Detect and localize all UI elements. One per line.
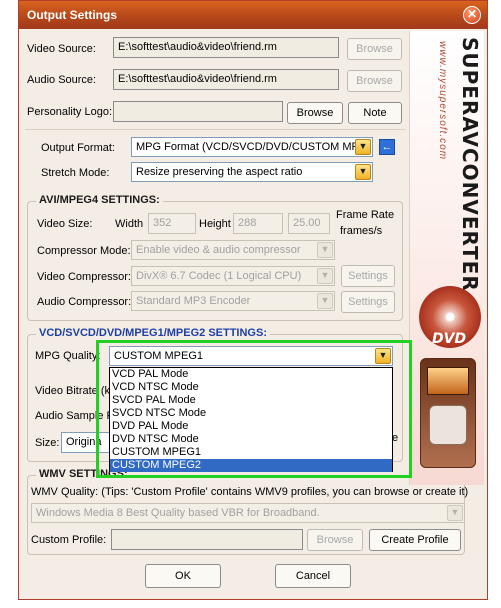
size-label: Size: [35, 437, 60, 449]
mpg-quality-select[interactable]: CUSTOM MPEG1 ▼ [109, 346, 393, 366]
custom-profile-label: Custom Profile: [31, 534, 107, 546]
frame-rate-field[interactable]: 25.00 [288, 213, 330, 234]
wmv-quality-select[interactable]: Windows Media 8 Best Quality based VBR f… [31, 503, 465, 523]
title-bar: Output Settings ✕ [19, 1, 487, 29]
frame-rate-label: Frame Rate [336, 209, 395, 221]
dropdown-option[interactable]: DVD PAL Mode [110, 420, 392, 433]
chevron-down-icon: ▼ [317, 242, 333, 258]
audio-compressor-value: Standard MP3 Encoder [136, 295, 251, 307]
stretch-mode-value: Resize preserving the aspect ratio [136, 166, 303, 178]
video-compressor-settings-button[interactable]: Settings [341, 265, 395, 287]
chevron-down-icon[interactable]: ▼ [375, 348, 391, 364]
mpg-quality-label: MPG Quality: [35, 350, 101, 362]
dropdown-option[interactable]: VCD PAL Mode [110, 368, 392, 381]
custom-profile-browse-button[interactable]: Browse [307, 529, 363, 551]
video-compressor-value: DivX® 6.7 Codec (1 Logical CPU) [136, 270, 302, 282]
custom-profile-field[interactable] [111, 529, 303, 550]
personality-logo-label: Personality Logo: [27, 106, 112, 118]
audio-source-label: Audio Source: [27, 74, 97, 86]
player-screen [427, 367, 469, 395]
video-source-label: Video Source: [27, 43, 96, 55]
audio-source-field[interactable]: E:\softtest\audio&video\friend.rm [113, 69, 339, 90]
mpg-quality-dropdown: VCD PAL Mode VCD NTSC Mode SVCD PAL Mode… [109, 367, 393, 472]
chevron-down-icon: ▼ [317, 293, 333, 309]
video-compressor-select[interactable]: DivX® 6.7 Codec (1 Logical CPU) ▼ [131, 266, 335, 286]
dropdown-option[interactable]: VCD NTSC Mode [110, 381, 392, 394]
note-button[interactable]: Note [348, 102, 402, 124]
avi-group-title: AVI/MPEG4 SETTINGS: [36, 194, 163, 206]
output-format-select[interactable]: MPG Format (VCD/SVCD/DVD/CUSTOM MPG) ▼ [131, 137, 373, 157]
audio-compressor-select[interactable]: Standard MP3 Encoder ▼ [131, 291, 335, 311]
player-controls [429, 405, 467, 445]
dropdown-option[interactable]: SVCD NTSC Mode [110, 407, 392, 420]
compressor-mode-label: Compressor Mode: [37, 245, 131, 257]
width-field[interactable]: 352 [148, 213, 196, 234]
mpg-quality-value: CUSTOM MPEG1 [114, 350, 204, 362]
chevron-down-icon: ▼ [317, 268, 333, 284]
close-button[interactable]: ✕ [463, 6, 481, 24]
height-label: Height [199, 218, 231, 230]
width-label: Width [115, 218, 144, 230]
stretch-mode-select[interactable]: Resize preserving the aspect ratio ▼ [131, 162, 373, 182]
media-player-icon [420, 358, 476, 468]
dropdown-option-selected[interactable]: CUSTOM MPEG2 [110, 459, 392, 472]
window-title: Output Settings [27, 8, 117, 22]
chevron-down-icon[interactable]: ▼ [355, 139, 371, 155]
wmv-quality-label: WMV Quality: (Tips: 'Custom Profile' con… [31, 486, 469, 498]
divider [25, 129, 405, 130]
audio-compressor-settings-button[interactable]: Settings [341, 291, 395, 313]
brand-sidebar: SUPERAVCONVERTER www.mysupersoft.com DVD [409, 31, 484, 485]
dropdown-option[interactable]: SVCD PAL Mode [110, 394, 392, 407]
output-settings-window: Output Settings ✕ Video Source: E:\softt… [18, 0, 488, 600]
chevron-down-icon[interactable]: ▼ [355, 164, 371, 180]
arrow-left-icon[interactable]: ← [379, 139, 395, 155]
video-size-label: Video Size: [37, 218, 93, 230]
cancel-button[interactable]: Cancel [275, 564, 351, 588]
logo-browse-button[interactable]: Browse [287, 102, 343, 124]
height-field[interactable]: 288 [233, 213, 283, 234]
output-format-label: Output Format: [41, 142, 115, 154]
dropdown-option[interactable]: CUSTOM MPEG1 [110, 446, 392, 459]
audio-compressor-label: Audio Compressor: [37, 296, 132, 308]
compressor-mode-value: Enable video & audio compressor [136, 244, 301, 256]
website-text: www.mysupersoft.com [437, 41, 448, 161]
frames-per-second-label: frames/s [340, 225, 383, 237]
audio-browse-button[interactable]: Browse [347, 70, 402, 92]
video-source-field[interactable]: E:\softtest\audio&video\friend.rm [113, 37, 339, 58]
create-profile-button[interactable]: Create Profile [369, 529, 461, 551]
stretch-mode-label: Stretch Mode: [41, 167, 110, 179]
close-icon: ✕ [466, 7, 478, 21]
dvd-label: DVD [432, 331, 467, 347]
compressor-mode-select[interactable]: Enable video & audio compressor ▼ [131, 240, 335, 260]
output-format-value: MPG Format (VCD/SVCD/DVD/CUSTOM MPG) [136, 141, 372, 153]
video-browse-button[interactable]: Browse [347, 38, 402, 60]
personality-logo-field[interactable] [113, 101, 283, 122]
ok-button[interactable]: OK [145, 564, 221, 588]
chevron-down-icon: ▼ [447, 505, 463, 521]
brand-logo: SUPERAVCONVERTER [458, 37, 482, 292]
dropdown-option[interactable]: DVD NTSC Mode [110, 433, 392, 446]
mpeg-group-title: VCD/SVCD/DVD/MPEG1/MPEG2 SETTINGS: [36, 327, 270, 339]
wmv-quality-value: Windows Media 8 Best Quality based VBR f… [36, 507, 320, 519]
video-compressor-label: Video Compressor: [37, 271, 131, 283]
